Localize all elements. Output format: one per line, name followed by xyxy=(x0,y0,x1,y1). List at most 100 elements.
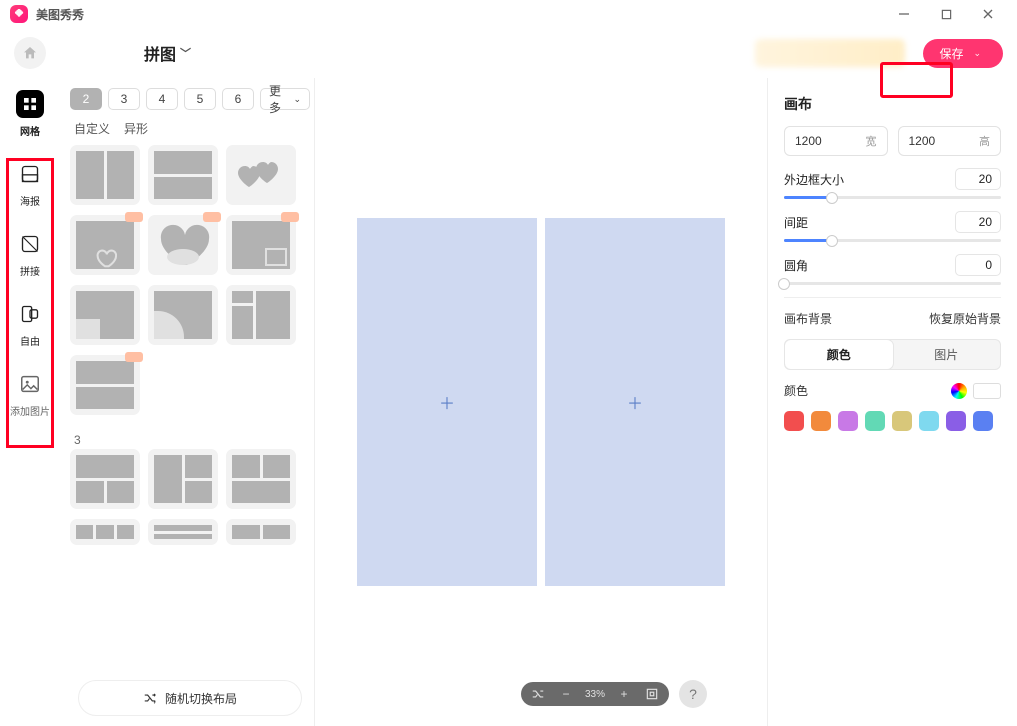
border-label: 外边框大小 xyxy=(784,171,844,188)
gap-value[interactable]: 20 xyxy=(955,211,1001,233)
count-more[interactable]: 更多 ⌄ xyxy=(260,88,310,110)
template-card[interactable] xyxy=(148,215,218,275)
add-image-button[interactable]: 添加图片 xyxy=(10,370,50,418)
canvas-cell-1[interactable]: ＋ xyxy=(357,218,537,586)
radius-value[interactable]: 0 xyxy=(955,254,1001,276)
template-card[interactable] xyxy=(226,285,296,345)
height-field[interactable] xyxy=(909,134,959,148)
bg-type-segment: 颜色 图片 xyxy=(784,339,1001,370)
grid-icon xyxy=(16,90,44,118)
template-card[interactable] xyxy=(70,519,140,545)
template-card[interactable] xyxy=(148,519,218,545)
titlebar: 美图秀秀 xyxy=(0,0,1017,28)
count-5[interactable]: 5 xyxy=(184,88,216,110)
shuffle-icon xyxy=(143,691,157,705)
count-4[interactable]: 4 xyxy=(146,88,178,110)
add-image-label: 添加图片 xyxy=(10,403,50,418)
canvas-toolbar: − 33% + ? xyxy=(521,680,707,708)
chevron-down-icon: ⌄ xyxy=(293,94,301,105)
rail-poster-label: 海报 xyxy=(20,193,40,208)
shuffle-canvas-icon[interactable] xyxy=(529,687,547,701)
count-3[interactable]: 3 xyxy=(108,88,140,110)
template-card[interactable] xyxy=(226,519,296,545)
section-3-label: 3 xyxy=(70,425,304,449)
chevron-down-icon: ⌄ xyxy=(973,48,981,59)
rail-grid-label: 网格 xyxy=(20,123,40,138)
swatch[interactable] xyxy=(838,411,858,431)
template-card[interactable] xyxy=(226,145,296,205)
properties-panel: 画布 宽 高 外边框大小 20 间距 20 xyxy=(767,78,1017,726)
radius-label: 圆角 xyxy=(784,257,808,274)
count-row: 2 3 4 5 6 更多 ⌄ xyxy=(70,88,310,110)
maximize-button[interactable] xyxy=(939,7,953,21)
height-suffix: 高 xyxy=(979,133,990,149)
restore-bg-button[interactable]: 恢复原始背景 xyxy=(929,310,1001,327)
swatch[interactable] xyxy=(973,411,993,431)
promo-banner[interactable] xyxy=(755,39,905,67)
rail-free[interactable]: 自由 xyxy=(16,300,44,348)
swatch[interactable] xyxy=(919,411,939,431)
border-value[interactable]: 20 xyxy=(955,168,1001,190)
width-input[interactable]: 宽 xyxy=(784,126,888,156)
seg-image[interactable]: 图片 xyxy=(893,340,1001,369)
home-button[interactable] xyxy=(14,37,46,69)
mode-dropdown[interactable]: 拼图 ﹀ xyxy=(144,41,191,65)
zoom-level: 33% xyxy=(585,689,605,700)
height-input[interactable]: 高 xyxy=(898,126,1002,156)
poster-icon xyxy=(16,160,44,188)
count-2[interactable]: 2 xyxy=(70,88,102,110)
radius-slider[interactable] xyxy=(784,282,1001,285)
swatch[interactable] xyxy=(946,411,966,431)
tab-irregular[interactable]: 异形 xyxy=(124,120,148,137)
current-color-chip[interactable] xyxy=(973,383,1001,399)
width-suffix: 宽 xyxy=(866,133,877,149)
save-button[interactable]: 保存 ⌄ xyxy=(923,39,1003,68)
fit-screen-icon[interactable] xyxy=(643,687,661,701)
template-card[interactable] xyxy=(226,449,296,509)
swatch[interactable] xyxy=(784,411,804,431)
rail-grid[interactable]: 网格 xyxy=(16,90,44,138)
zoom-in-button[interactable]: + xyxy=(615,687,633,701)
rail-splice[interactable]: 拼接 xyxy=(16,230,44,278)
canvas-cell-2[interactable]: ＋ xyxy=(545,218,725,586)
color-label: 颜色 xyxy=(784,382,808,399)
template-tabs: 自定义 异形 xyxy=(70,110,310,145)
width-field[interactable] xyxy=(795,134,845,148)
window-controls xyxy=(897,7,1007,21)
template-card[interactable] xyxy=(70,285,140,345)
swatch[interactable] xyxy=(892,411,912,431)
tab-custom[interactable]: 自定义 xyxy=(74,120,110,137)
minimize-button[interactable] xyxy=(897,7,911,21)
template-card[interactable] xyxy=(70,145,140,205)
mode-label: 拼图 xyxy=(144,41,176,65)
app-title: 美图秀秀 xyxy=(36,6,84,23)
rail-poster[interactable]: 海报 xyxy=(16,160,44,208)
help-button[interactable]: ? xyxy=(679,680,707,708)
swatch[interactable] xyxy=(811,411,831,431)
gap-slider[interactable] xyxy=(784,239,1001,242)
seg-color[interactable]: 颜色 xyxy=(785,340,893,369)
template-card[interactable] xyxy=(70,215,140,275)
template-card[interactable] xyxy=(148,449,218,509)
template-card[interactable] xyxy=(70,355,140,415)
count-6[interactable]: 6 xyxy=(222,88,254,110)
border-slider[interactable] xyxy=(784,196,1001,199)
template-card[interactable] xyxy=(148,145,218,205)
shuffle-layout-button[interactable]: 随机切换布局 xyxy=(78,680,302,716)
canvas-area: ＋ ＋ − 33% + ? xyxy=(315,78,767,726)
color-picker-icon[interactable] xyxy=(951,383,967,399)
color-swatches xyxy=(784,411,1001,431)
swatch[interactable] xyxy=(865,411,885,431)
props-title: 画布 xyxy=(784,94,1001,114)
template-card[interactable] xyxy=(70,449,140,509)
template-card[interactable] xyxy=(226,215,296,275)
close-button[interactable] xyxy=(981,7,995,21)
template-grid-2 xyxy=(70,145,304,425)
collage-canvas[interactable]: ＋ ＋ xyxy=(351,212,731,592)
shuffle-label: 随机切换布局 xyxy=(165,690,237,707)
template-card[interactable] xyxy=(148,285,218,345)
zoom-out-button[interactable]: − xyxy=(557,687,575,701)
gap-label: 间距 xyxy=(784,214,808,231)
template-panel: 2 3 4 5 6 更多 ⌄ 自定义 异形 xyxy=(60,78,315,726)
header: 拼图 ﹀ 保存 ⌄ xyxy=(0,28,1017,78)
